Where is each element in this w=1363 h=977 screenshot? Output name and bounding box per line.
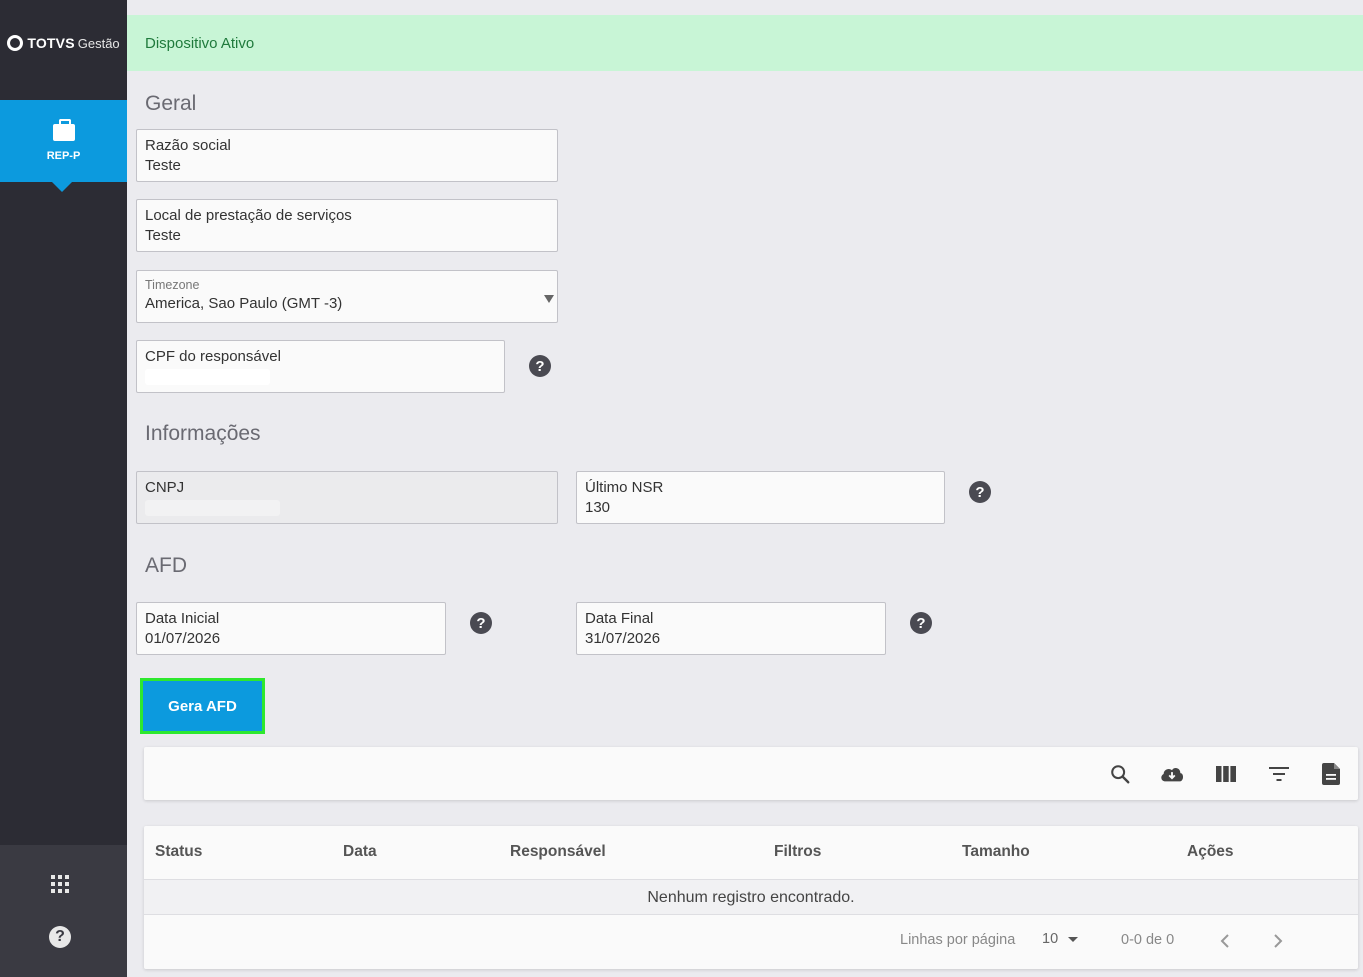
field-label: Data Inicial	[145, 610, 220, 627]
field-label: Local de prestação de serviços	[145, 207, 352, 224]
chevron-down-icon	[1068, 936, 1079, 942]
ultimo-nsr-field[interactable]: Último NSR 130	[576, 471, 945, 524]
cpf-field[interactable]: CPF do responsável	[136, 340, 505, 393]
field-value[interactable]: Teste	[145, 156, 549, 176]
help-icon[interactable]: ?	[969, 481, 991, 503]
columns-icon[interactable]	[1213, 761, 1239, 787]
rows-per-page-select[interactable]: 10	[1042, 931, 1079, 947]
section-title-afd: AFD	[145, 554, 187, 577]
help-icon[interactable]: ?	[910, 612, 932, 634]
previous-page-button[interactable]	[1217, 932, 1233, 950]
field-value: America, Sao Paulo (GMT -3)	[145, 295, 343, 312]
table-toolbar	[144, 747, 1358, 800]
rows-per-page-label: Linhas por página	[900, 932, 1016, 948]
column-header-filtros[interactable]: Filtros	[774, 843, 821, 861]
column-header-status[interactable]: Status	[155, 843, 202, 861]
chevron-left-icon	[1220, 934, 1229, 948]
field-label: CPF do responsável	[145, 348, 281, 365]
timezone-select[interactable]: Timezone America, Sao Paulo (GMT -3)	[136, 270, 558, 323]
sidebar-item-label: REP-P	[46, 150, 81, 162]
data-inicial-field[interactable]: Data Inicial 01/07/2026	[136, 602, 446, 655]
section-title-informacoes: Informações	[145, 422, 261, 445]
field-label: Timezone	[145, 278, 200, 292]
field-value[interactable]: 01/07/2026	[145, 629, 437, 649]
cnpj-field: CNPJ	[136, 471, 558, 524]
field-label: Último NSR	[585, 479, 664, 496]
briefcase-icon	[52, 119, 75, 141]
next-page-button[interactable]	[1270, 932, 1286, 950]
apps-grid-icon[interactable]	[51, 875, 69, 893]
app-logo[interactable]: TOTVS Gestão	[0, 0, 127, 86]
cpf-value-redacted[interactable]	[145, 369, 270, 385]
column-header-tamanho[interactable]: Tamanho	[962, 843, 1030, 861]
rows-per-page-value: 10	[1042, 931, 1059, 947]
field-value[interactable]: 130	[585, 498, 936, 518]
document-icon[interactable]	[1318, 761, 1344, 787]
chevron-down-icon[interactable]	[544, 295, 554, 303]
sidebar-footer	[0, 845, 127, 977]
search-icon[interactable]	[1107, 761, 1133, 787]
field-label: Data Final	[585, 610, 654, 627]
field-value[interactable]: 31/07/2026	[585, 629, 877, 649]
help-icon[interactable]: ?	[49, 926, 71, 948]
empty-state-row: Nenhum registro encontrado.	[144, 880, 1358, 915]
logo-subtitle: Gestão	[77, 35, 120, 51]
status-banner: Dispositivo Ativo	[127, 15, 1363, 71]
status-text: Dispositivo Ativo	[145, 34, 255, 52]
local-servicos-field[interactable]: Local de prestação de serviços Teste	[136, 199, 558, 252]
totvs-logo-icon	[7, 35, 24, 51]
column-header-responsavel[interactable]: Responsável	[510, 843, 606, 861]
field-label: CNPJ	[145, 479, 185, 496]
afd-table: Status Data Responsável Filtros Tamanho …	[144, 826, 1358, 969]
column-header-data[interactable]: Data	[343, 843, 377, 861]
field-value[interactable]: Teste	[145, 226, 549, 246]
cloud-download-icon[interactable]	[1159, 761, 1185, 787]
filter-icon[interactable]	[1266, 761, 1292, 787]
column-header-acoes[interactable]: Ações	[1187, 843, 1234, 861]
field-label: Razão social	[145, 137, 231, 154]
gera-afd-button[interactable]: Gera AFD	[140, 678, 265, 734]
logo-brand: TOTVS	[27, 35, 75, 51]
help-icon[interactable]: ?	[470, 612, 492, 634]
data-final-field[interactable]: Data Final 31/07/2026	[576, 602, 886, 655]
section-title-geral: Geral	[145, 92, 197, 115]
table-header: Status Data Responsável Filtros Tamanho …	[144, 826, 1358, 880]
sidebar-item-rep-p[interactable]: REP-P	[0, 100, 127, 192]
help-icon[interactable]: ?	[529, 355, 551, 377]
razao-social-field[interactable]: Razão social Teste	[136, 129, 558, 182]
pagination-range: 0-0 de 0	[1121, 932, 1175, 948]
cnpj-value-redacted	[145, 500, 280, 516]
chevron-right-icon	[1274, 934, 1283, 948]
